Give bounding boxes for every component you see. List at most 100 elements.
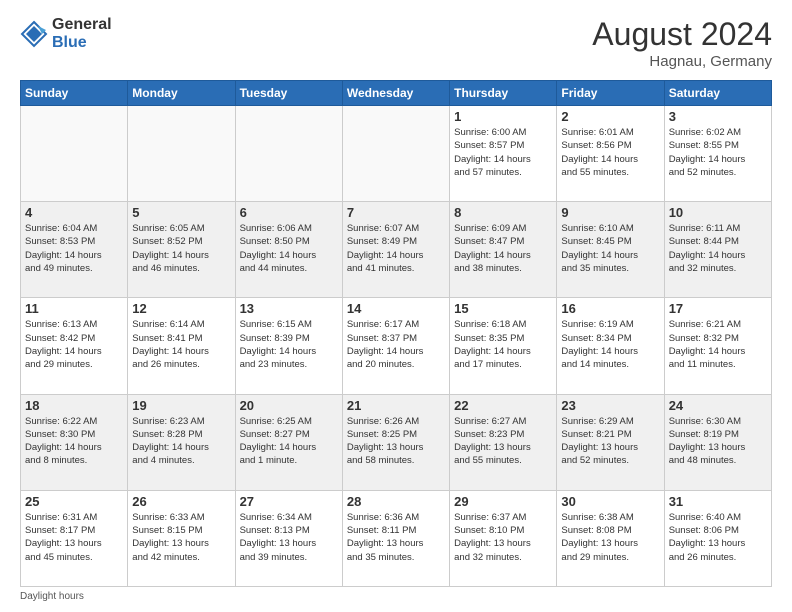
calendar-day-cell: 13 Sunrise: 6:15 AM Sunset: 8:39 PM Dayli… xyxy=(235,298,342,394)
day-info: Sunrise: 6:29 AM Sunset: 8:21 PM Dayligh… xyxy=(561,415,659,468)
footer-note: Daylight hours xyxy=(20,591,772,602)
calendar-day-cell: 28 Sunrise: 6:36 AM Sunset: 8:11 PM Dayli… xyxy=(342,490,449,586)
day-info: Sunrise: 6:18 AM Sunset: 8:35 PM Dayligh… xyxy=(454,318,552,371)
logo: General Blue xyxy=(20,16,112,51)
day-info: Sunrise: 6:23 AM Sunset: 8:28 PM Dayligh… xyxy=(132,415,230,468)
day-info: Sunrise: 6:34 AM Sunset: 8:13 PM Dayligh… xyxy=(240,511,338,564)
day-info: Sunrise: 6:00 AM Sunset: 8:57 PM Dayligh… xyxy=(454,126,552,179)
day-number: 29 xyxy=(454,494,552,509)
day-number: 19 xyxy=(132,398,230,413)
calendar-week-row: 1 Sunrise: 6:00 AM Sunset: 8:57 PM Daylig… xyxy=(21,106,772,202)
day-number: 18 xyxy=(25,398,123,413)
day-info: Sunrise: 6:14 AM Sunset: 8:41 PM Dayligh… xyxy=(132,318,230,371)
calendar-day-header: Thursday xyxy=(450,81,557,106)
day-number: 1 xyxy=(454,109,552,124)
logo-blue: Blue xyxy=(52,34,112,52)
calendar-day-cell: 12 Sunrise: 6:14 AM Sunset: 8:41 PM Dayli… xyxy=(128,298,235,394)
day-number: 9 xyxy=(561,205,659,220)
day-info: Sunrise: 6:25 AM Sunset: 8:27 PM Dayligh… xyxy=(240,415,338,468)
day-info: Sunrise: 6:07 AM Sunset: 8:49 PM Dayligh… xyxy=(347,222,445,275)
calendar-day-header: Monday xyxy=(128,81,235,106)
calendar-day-cell xyxy=(235,106,342,202)
day-info: Sunrise: 6:06 AM Sunset: 8:50 PM Dayligh… xyxy=(240,222,338,275)
day-number: 28 xyxy=(347,494,445,509)
day-info: Sunrise: 6:15 AM Sunset: 8:39 PM Dayligh… xyxy=(240,318,338,371)
day-info: Sunrise: 6:10 AM Sunset: 8:45 PM Dayligh… xyxy=(561,222,659,275)
day-number: 14 xyxy=(347,301,445,316)
day-number: 30 xyxy=(561,494,659,509)
day-number: 3 xyxy=(669,109,767,124)
calendar-day-header: Saturday xyxy=(664,81,771,106)
day-number: 8 xyxy=(454,205,552,220)
calendar-day-cell: 7 Sunrise: 6:07 AM Sunset: 8:49 PM Daylig… xyxy=(342,202,449,298)
day-number: 13 xyxy=(240,301,338,316)
calendar-day-header: Tuesday xyxy=(235,81,342,106)
day-number: 11 xyxy=(25,301,123,316)
day-number: 27 xyxy=(240,494,338,509)
calendar-day-cell: 29 Sunrise: 6:37 AM Sunset: 8:10 PM Dayli… xyxy=(450,490,557,586)
calendar-day-cell: 15 Sunrise: 6:18 AM Sunset: 8:35 PM Dayli… xyxy=(450,298,557,394)
calendar-day-cell: 4 Sunrise: 6:04 AM Sunset: 8:53 PM Daylig… xyxy=(21,202,128,298)
calendar-day-cell: 31Sunrise: 6:40 AM Sunset: 8:06 PM Dayli… xyxy=(664,490,771,586)
calendar-day-header: Sunday xyxy=(21,81,128,106)
day-number: 24 xyxy=(669,398,767,413)
calendar-day-cell: 24Sunrise: 6:30 AM Sunset: 8:19 PM Dayli… xyxy=(664,394,771,490)
day-number: 4 xyxy=(25,205,123,220)
day-info: Sunrise: 6:27 AM Sunset: 8:23 PM Dayligh… xyxy=(454,415,552,468)
calendar-day-cell: 25Sunrise: 6:31 AM Sunset: 8:17 PM Dayli… xyxy=(21,490,128,586)
day-info: Sunrise: 6:04 AM Sunset: 8:53 PM Dayligh… xyxy=(25,222,123,275)
day-info: Sunrise: 6:19 AM Sunset: 8:34 PM Dayligh… xyxy=(561,318,659,371)
day-info: Sunrise: 6:38 AM Sunset: 8:08 PM Dayligh… xyxy=(561,511,659,564)
day-info: Sunrise: 6:36 AM Sunset: 8:11 PM Dayligh… xyxy=(347,511,445,564)
day-info: Sunrise: 6:02 AM Sunset: 8:55 PM Dayligh… xyxy=(669,126,767,179)
calendar-day-cell: 22 Sunrise: 6:27 AM Sunset: 8:23 PM Dayli… xyxy=(450,394,557,490)
day-info: Sunrise: 6:13 AM Sunset: 8:42 PM Dayligh… xyxy=(25,318,123,371)
calendar-week-row: 4 Sunrise: 6:04 AM Sunset: 8:53 PM Daylig… xyxy=(21,202,772,298)
day-info: Sunrise: 6:11 AM Sunset: 8:44 PM Dayligh… xyxy=(669,222,767,275)
day-number: 15 xyxy=(454,301,552,316)
day-info: Sunrise: 6:33 AM Sunset: 8:15 PM Dayligh… xyxy=(132,511,230,564)
calendar-day-cell: 16 Sunrise: 6:19 AM Sunset: 8:34 PM Dayli… xyxy=(557,298,664,394)
day-number: 2 xyxy=(561,109,659,124)
calendar-week-row: 11 Sunrise: 6:13 AM Sunset: 8:42 PM Dayli… xyxy=(21,298,772,394)
logo-icon xyxy=(20,20,48,48)
calendar-week-row: 18 Sunrise: 6:22 AM Sunset: 8:30 PM Dayli… xyxy=(21,394,772,490)
location-subtitle: Hagnau, Germany xyxy=(592,53,772,70)
day-info: Sunrise: 6:26 AM Sunset: 8:25 PM Dayligh… xyxy=(347,415,445,468)
title-block: August 2024 Hagnau, Germany xyxy=(592,16,772,70)
day-number: 16 xyxy=(561,301,659,316)
day-number: 20 xyxy=(240,398,338,413)
logo-general: General xyxy=(52,16,112,34)
calendar-day-cell: 2Sunrise: 6:01 AM Sunset: 8:56 PM Daylig… xyxy=(557,106,664,202)
day-number: 31 xyxy=(669,494,767,509)
day-info: Sunrise: 6:37 AM Sunset: 8:10 PM Dayligh… xyxy=(454,511,552,564)
day-info: Sunrise: 6:05 AM Sunset: 8:52 PM Dayligh… xyxy=(132,222,230,275)
day-number: 22 xyxy=(454,398,552,413)
calendar-day-cell: 17Sunrise: 6:21 AM Sunset: 8:32 PM Dayli… xyxy=(664,298,771,394)
day-number: 12 xyxy=(132,301,230,316)
day-number: 7 xyxy=(347,205,445,220)
header: General Blue August 2024 Hagnau, Germany xyxy=(20,16,772,70)
calendar-day-header: Friday xyxy=(557,81,664,106)
day-number: 5 xyxy=(132,205,230,220)
day-info: Sunrise: 6:22 AM Sunset: 8:30 PM Dayligh… xyxy=(25,415,123,468)
calendar-day-cell xyxy=(21,106,128,202)
calendar-day-cell: 26 Sunrise: 6:33 AM Sunset: 8:15 PM Dayli… xyxy=(128,490,235,586)
calendar-day-cell xyxy=(342,106,449,202)
day-info: Sunrise: 6:09 AM Sunset: 8:47 PM Dayligh… xyxy=(454,222,552,275)
day-number: 10 xyxy=(669,205,767,220)
calendar-day-cell: 14Sunrise: 6:17 AM Sunset: 8:37 PM Dayli… xyxy=(342,298,449,394)
month-title: August 2024 xyxy=(592,16,772,53)
calendar-day-cell: 8 Sunrise: 6:09 AM Sunset: 8:47 PM Daylig… xyxy=(450,202,557,298)
day-number: 17 xyxy=(669,301,767,316)
calendar-day-cell: 10 Sunrise: 6:11 AM Sunset: 8:44 PM Dayli… xyxy=(664,202,771,298)
calendar-header-row: SundayMondayTuesdayWednesdayThursdayFrid… xyxy=(21,81,772,106)
calendar-day-cell: 9 Sunrise: 6:10 AM Sunset: 8:45 PM Daylig… xyxy=(557,202,664,298)
logo-text: General Blue xyxy=(52,16,112,51)
day-number: 26 xyxy=(132,494,230,509)
day-number: 23 xyxy=(561,398,659,413)
calendar-day-cell: 21Sunrise: 6:26 AM Sunset: 8:25 PM Dayli… xyxy=(342,394,449,490)
calendar-day-cell: 11 Sunrise: 6:13 AM Sunset: 8:42 PM Dayli… xyxy=(21,298,128,394)
calendar-day-cell: 23 Sunrise: 6:29 AM Sunset: 8:21 PM Dayli… xyxy=(557,394,664,490)
calendar-day-cell: 1 Sunrise: 6:00 AM Sunset: 8:57 PM Daylig… xyxy=(450,106,557,202)
